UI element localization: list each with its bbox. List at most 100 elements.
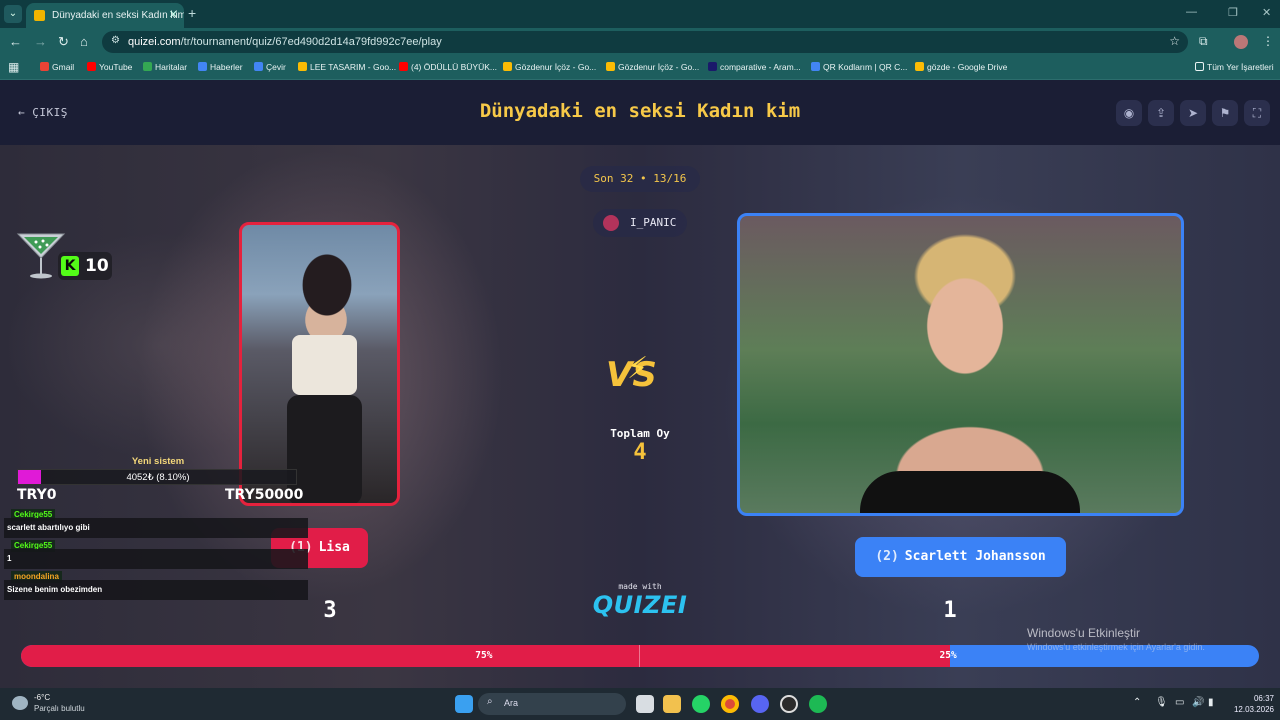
- right-choice-button[interactable]: (2) Scarlett Johansson: [855, 537, 1066, 577]
- bookmark-item[interactable]: YouTube: [87, 62, 132, 72]
- chrome-icon[interactable]: [721, 695, 739, 713]
- weather-condition: Parçalı bulutlu: [34, 704, 85, 713]
- bookmark-item[interactable]: QR Kodlarım | QR C...: [811, 62, 907, 72]
- bookmark-item[interactable]: (4) ÖDÜLLÜ BÜYÜK...: [399, 62, 497, 72]
- bookmark-item[interactable]: Haberler: [198, 62, 243, 72]
- home-icon[interactable]: ⌂: [80, 34, 88, 49]
- lightning-icon: ⚡: [627, 351, 649, 386]
- clock-date[interactable]: 12.03.2026: [1224, 705, 1274, 714]
- user-badge: I_PANIC: [593, 209, 687, 237]
- right-seed: (2): [875, 549, 899, 564]
- bookmark-item[interactable]: Gözdenur İçöz - Go...: [503, 62, 596, 72]
- image-detail: [292, 335, 357, 395]
- bookmark-item[interactable]: Haritalar: [143, 62, 187, 72]
- bookmark-item[interactable]: comparative - Aram...: [708, 62, 801, 72]
- bookmark-item[interactable]: gözde - Google Drive: [915, 62, 1007, 72]
- quizei-logo[interactable]: QUIZEI: [590, 591, 690, 619]
- chat-message: 1: [4, 549, 308, 569]
- quiz-header: ← ÇIKIŞ Dünyadaki en seksi Kadın kim ◉ ⇪…: [0, 80, 1280, 145]
- kick-counter: K 10: [58, 252, 112, 280]
- whatsapp-icon[interactable]: [692, 695, 710, 713]
- browser-tab-bar: ⌄ Dünyadaki en seksi Kadın kim ✕ + — ❐ ✕: [0, 0, 1280, 28]
- cloud-icon: [12, 696, 28, 710]
- made-with-label: made with: [618, 582, 662, 591]
- share-icon[interactable]: ⇪: [1148, 100, 1174, 126]
- file-explorer-icon[interactable]: [663, 695, 681, 713]
- arrow-left-icon: ←: [18, 106, 26, 119]
- forward-icon[interactable]: →: [34, 34, 47, 49]
- chevron-up-icon[interactable]: ⌃: [1133, 697, 1141, 708]
- bookmark-item[interactable]: Gözdenur İçöz - Go...: [606, 62, 699, 72]
- close-tab-icon[interactable]: ✕: [169, 8, 178, 21]
- exit-button[interactable]: ← ÇIKIŞ: [18, 106, 68, 119]
- back-icon[interactable]: ←: [9, 34, 22, 49]
- battery-icon[interactable]: ▮: [1208, 697, 1214, 708]
- send-icon[interactable]: ➤: [1180, 100, 1206, 126]
- volume-icon[interactable]: 🔊: [1192, 697, 1204, 708]
- right-name: Scarlett Johansson: [904, 549, 1046, 564]
- goal-max: TRY50000: [225, 487, 304, 503]
- profile-avatar[interactable]: [1234, 35, 1248, 49]
- search-placeholder: Ara: [504, 698, 519, 708]
- browser-menu-icon[interactable]: ⋮: [1262, 34, 1274, 48]
- clock-time[interactable]: 06:37: [1240, 694, 1274, 703]
- weather-widget[interactable]: -6°C Parçalı bulutlu: [10, 693, 130, 717]
- chat-text: Sizene benim obezimden: [7, 585, 103, 594]
- temperature: -6°C: [34, 693, 51, 702]
- chat-message: scarlett abartılıyo gibi: [4, 518, 308, 538]
- fullscreen-icon[interactable]: ⛶: [1244, 100, 1270, 126]
- left-choice-image[interactable]: [239, 222, 400, 506]
- exit-label: ÇIKIŞ: [32, 106, 68, 119]
- network-icon[interactable]: ▭: [1175, 697, 1184, 708]
- goal-progress-text: 4052₺ (8.10%): [126, 472, 190, 483]
- donation-goal-bar: 4052₺ (8.10%): [17, 469, 297, 485]
- image-detail: [860, 471, 1080, 513]
- taskbar-search[interactable]: ⌕ Ara: [478, 693, 626, 715]
- site-info-icon[interactable]: ⚙: [111, 35, 120, 46]
- left-vote-count: 3: [323, 598, 337, 623]
- all-bookmarks-folder[interactable]: Tüm Yer İşaretleri: [1195, 62, 1274, 72]
- right-choice-image[interactable]: [737, 213, 1184, 516]
- tab-title: Dünyadaki en seksi Kadın kim: [52, 10, 184, 21]
- page-title: Dünyadaki en seksi Kadın kim: [479, 100, 801, 122]
- search-icon: ⌕: [487, 696, 493, 707]
- spotify-icon[interactable]: [809, 695, 827, 713]
- apps-grid-icon[interactable]: ▦: [8, 60, 19, 74]
- left-name: Lisa: [318, 540, 350, 555]
- url-host: quizei.com: [128, 36, 181, 48]
- app-icon[interactable]: [780, 695, 798, 713]
- windows-taskbar: -6°C Parçalı bulutlu ⌕ Ara ⌃ 🎙 ▭ 🔊 ▮ 06:…: [0, 688, 1280, 720]
- address-bar[interactable]: ⚙ quizei.com/tr/tournament/quiz/67ed490d…: [102, 31, 1188, 53]
- microphone-icon[interactable]: 🎙: [1155, 697, 1168, 708]
- new-tab-button[interactable]: +: [188, 5, 196, 21]
- username: I_PANIC: [630, 216, 677, 229]
- left-percent: 75%: [475, 650, 493, 661]
- restore-icon[interactable]: ❐: [1228, 6, 1238, 19]
- windows-start-icon[interactable]: [455, 695, 473, 713]
- discord-icon[interactable]: [751, 695, 769, 713]
- quizei-favicon-icon: [34, 10, 45, 21]
- task-view-icon[interactable]: [636, 695, 654, 713]
- close-window-icon[interactable]: ✕: [1262, 6, 1271, 19]
- tab-search-button[interactable]: ⌄: [4, 5, 22, 23]
- versus-icon: VS ⚡: [606, 351, 657, 395]
- reload-icon[interactable]: ↻: [58, 34, 69, 50]
- bookmark-item[interactable]: Çevir: [254, 62, 286, 72]
- round-indicator: Son 32 • 13/16: [580, 166, 700, 192]
- bookmark-item[interactable]: Gmail: [40, 62, 74, 72]
- quiz-page: ← ÇIKIŞ Dünyadaki en seksi Kadın kim ◉ ⇪…: [0, 80, 1280, 688]
- browser-tab[interactable]: Dünyadaki en seksi Kadın kim ✕: [26, 3, 184, 28]
- extensions-icon[interactable]: ⧉: [1199, 34, 1208, 49]
- avatar: [603, 215, 619, 231]
- minimize-icon[interactable]: —: [1186, 6, 1197, 18]
- chat-text: 1: [7, 554, 12, 563]
- right-percent: 25%: [939, 650, 957, 661]
- bookmark-star-icon[interactable]: ☆: [1169, 34, 1180, 48]
- right-vote-count: 1: [943, 598, 957, 623]
- kick-logo-icon: K: [61, 256, 79, 276]
- bookmark-item[interactable]: LEE TASARIM - Goo...: [298, 62, 396, 72]
- eye-icon[interactable]: ◉: [1116, 100, 1142, 126]
- total-votes-label: Toplam Oy: [610, 427, 670, 440]
- chat-text: scarlett abartılıyo gibi: [7, 523, 90, 532]
- flag-icon[interactable]: ⚑: [1212, 100, 1238, 126]
